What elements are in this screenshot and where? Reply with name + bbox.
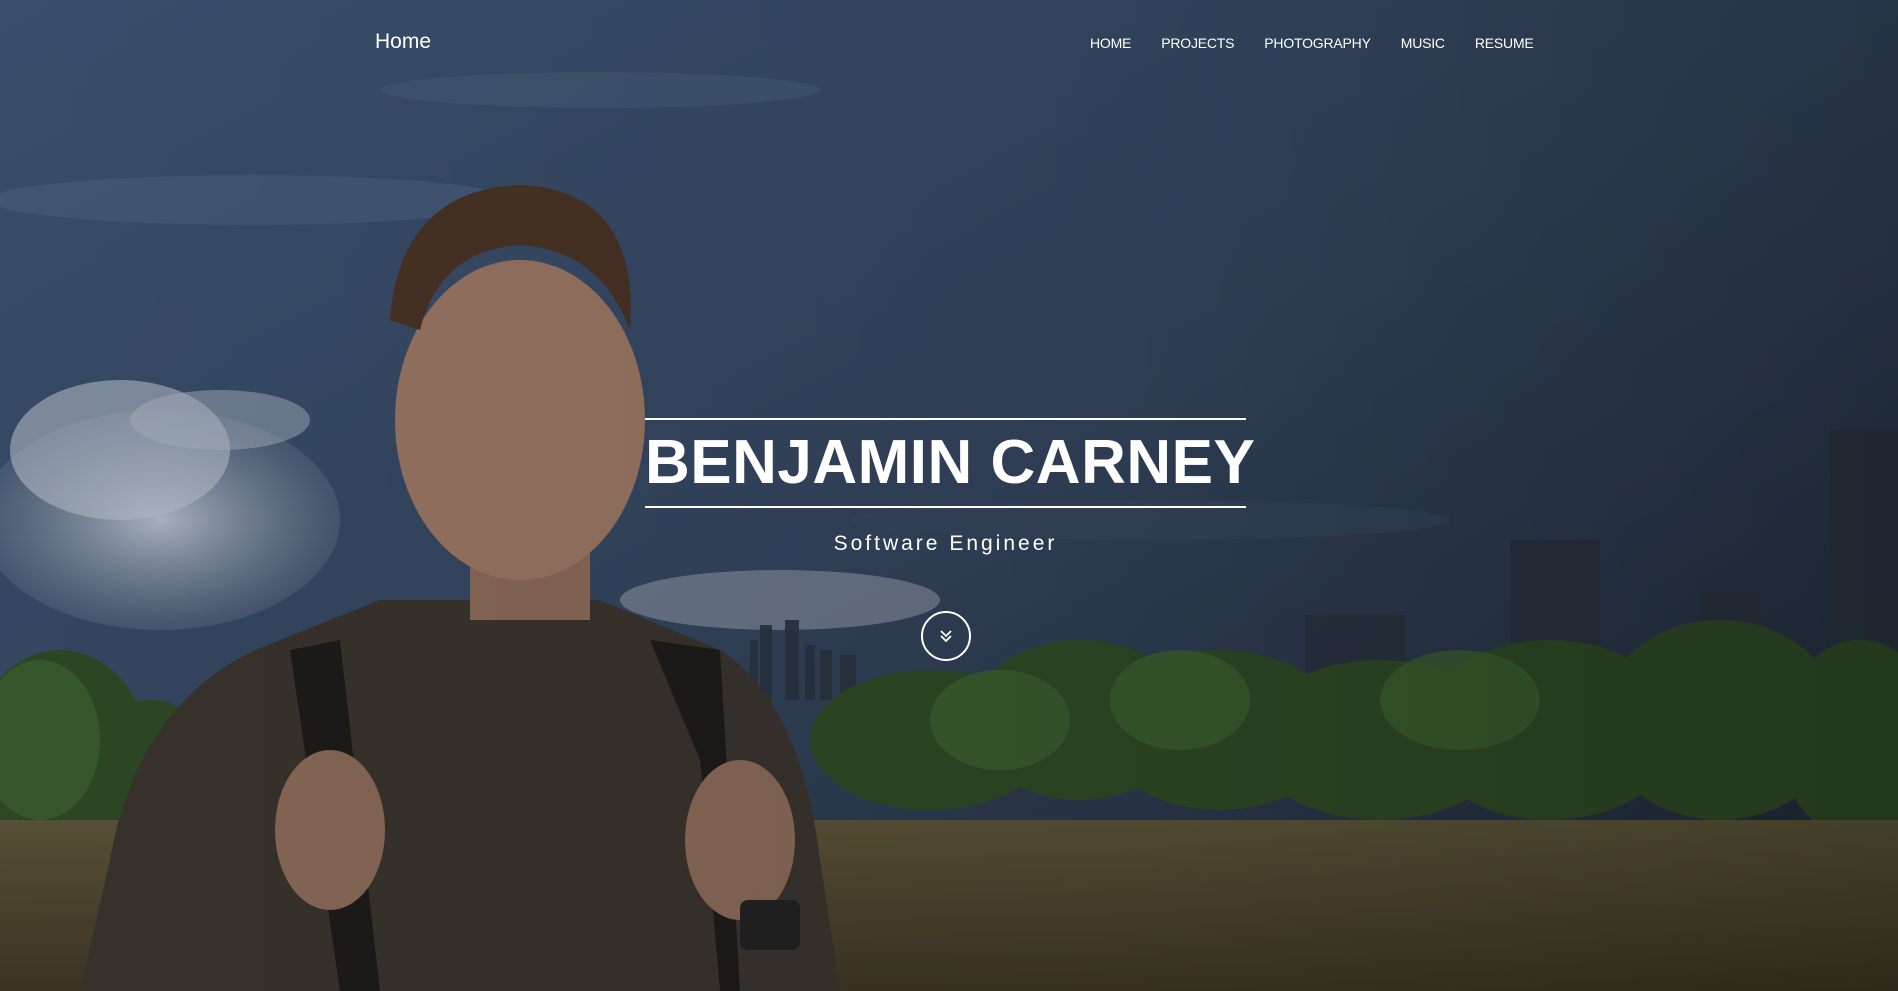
hero-title-block: BENJAMIN CARNEY [645,418,1256,508]
main-nav: HOME PROJECTS PHOTOGRAPHY MUSIC RESUME [1090,35,1564,51]
brand-home-link[interactable]: Home [375,30,431,54]
title-bottom-rule [645,506,1246,508]
scroll-down-button[interactable] [921,611,971,661]
nav-item-home[interactable]: HOME [1090,35,1131,51]
double-chevron-down-icon [940,630,952,643]
hero-section: Home HOME PROJECTS PHOTOGRAPHY MUSIC RES… [0,0,1898,991]
nav-item-projects[interactable]: PROJECTS [1161,35,1234,51]
hero-subtitle: Software Engineer [833,532,1058,555]
hero-name: BENJAMIN CARNEY [645,428,1256,497]
nav-item-music[interactable]: MUSIC [1401,35,1445,51]
nav-item-photography[interactable]: PHOTOGRAPHY [1264,35,1371,51]
nav-item-resume[interactable]: RESUME [1475,35,1534,51]
